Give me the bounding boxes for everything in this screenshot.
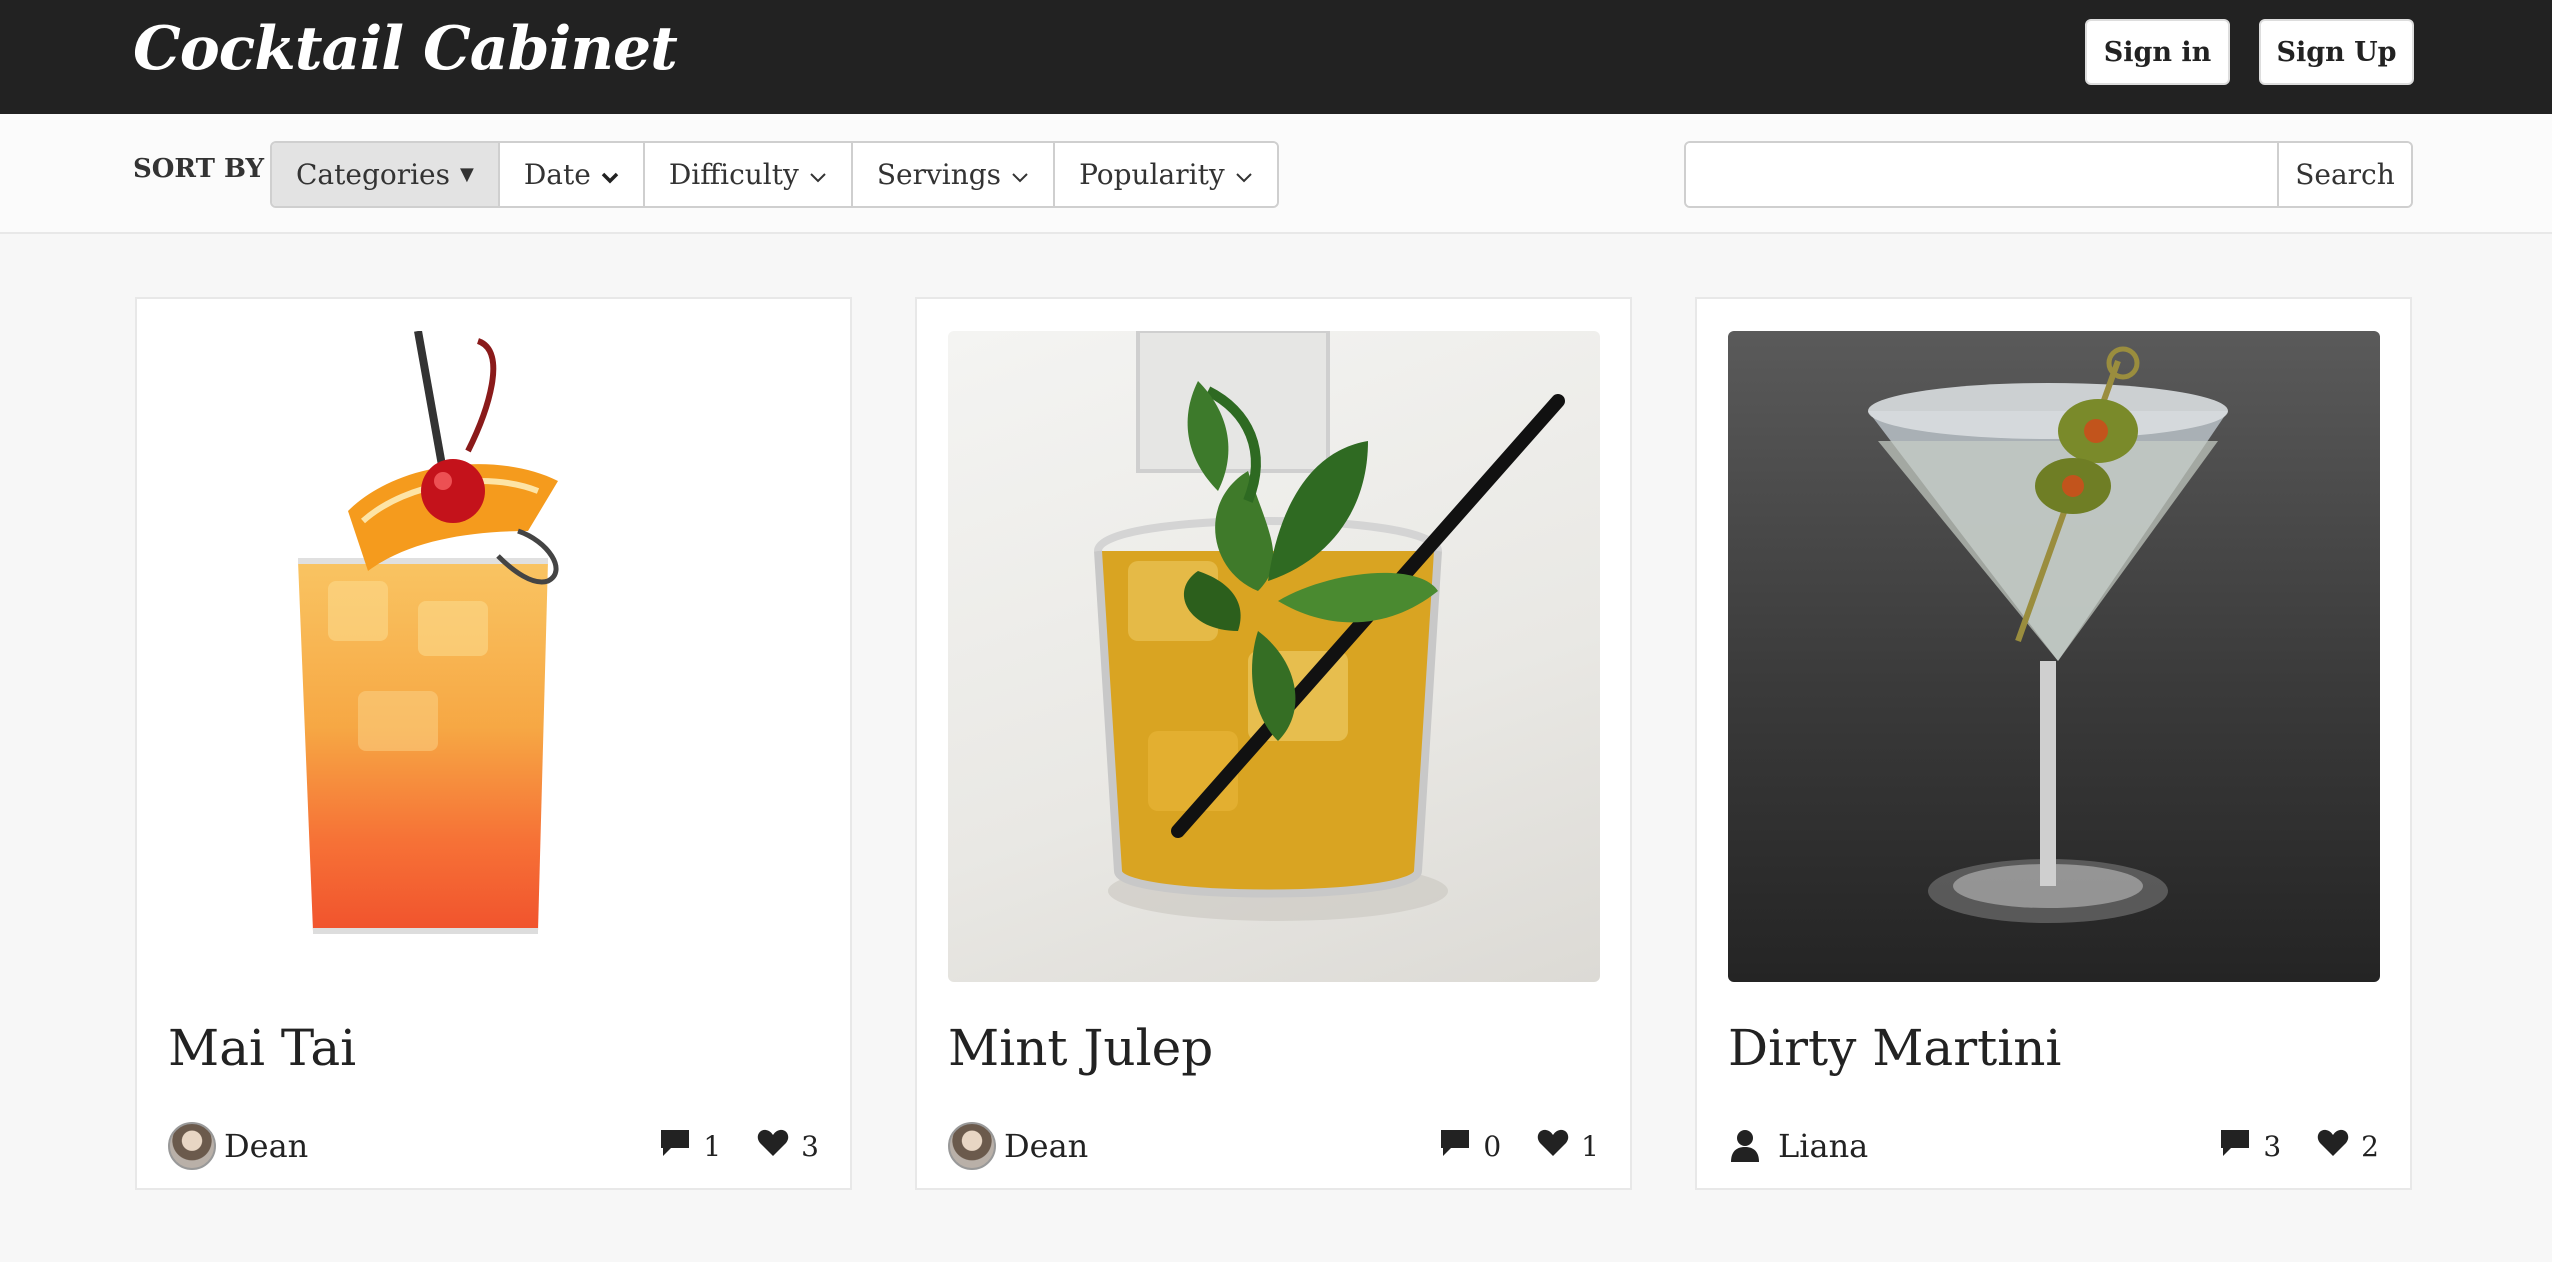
- comment-icon: [659, 1128, 691, 1165]
- sort-servings-label: Servings: [876, 158, 1002, 191]
- brand-logo[interactable]: Cocktail Cabinet: [133, 14, 678, 84]
- card-stats: 1 3: [659, 1128, 819, 1165]
- search-input[interactable]: [1686, 143, 2277, 206]
- sort-categories-button[interactable]: Categories ▼: [272, 143, 500, 206]
- sort-categories-label: Categories: [296, 158, 450, 191]
- comment-count: 3: [2219, 1128, 2281, 1165]
- comment-count-value: 1: [703, 1129, 722, 1163]
- cocktail-card[interactable]: Mint Julep Dean 0 1: [915, 297, 1632, 1190]
- card-meta: Dean 0 1: [948, 1121, 1599, 1171]
- cocktail-image[interactable]: [1728, 331, 2380, 982]
- chevron-down-icon: [809, 158, 827, 191]
- chevron-down-icon: [1235, 158, 1253, 191]
- cocktail-image[interactable]: [168, 331, 820, 982]
- comment-icon: [2219, 1128, 2251, 1165]
- comment-count: 1: [659, 1128, 721, 1165]
- sort-difficulty-label: Difficulty: [668, 158, 799, 191]
- cocktail-title[interactable]: Mai Tai: [168, 1019, 356, 1077]
- chevron-down-icon: [1011, 158, 1029, 191]
- search-form: Search: [1684, 141, 2413, 208]
- heart-icon: [1537, 1129, 1569, 1164]
- like-count: 3: [757, 1129, 819, 1164]
- cocktail-title[interactable]: Mint Julep: [948, 1019, 1213, 1077]
- sort-button-group: Categories ▼ Date Difficulty Servings Po…: [270, 141, 1279, 208]
- like-count: 1: [1537, 1129, 1599, 1164]
- card-meta: Dean 1 3: [168, 1121, 819, 1171]
- chevron-down-icon: [601, 158, 619, 191]
- cocktail-card[interactable]: Mai Tai Dean 1 3: [135, 297, 852, 1190]
- comment-icon: [1439, 1128, 1471, 1165]
- sort-difficulty-button[interactable]: Difficulty: [644, 143, 853, 206]
- heart-icon: [757, 1129, 789, 1164]
- like-count-value: 1: [1581, 1129, 1599, 1163]
- cocktail-title[interactable]: Dirty Martini: [1728, 1019, 2061, 1077]
- card-stats: 0 1: [1439, 1128, 1599, 1165]
- search-button[interactable]: Search: [2277, 143, 2411, 206]
- author-name[interactable]: Liana: [1778, 1127, 1868, 1165]
- sign-up-button[interactable]: Sign Up: [2259, 19, 2414, 85]
- sort-popularity-button[interactable]: Popularity: [1055, 143, 1277, 206]
- like-count: 2: [2317, 1129, 2379, 1164]
- card-stats: 3 2: [2219, 1128, 2379, 1165]
- comment-count: 0: [1439, 1128, 1501, 1165]
- avatar[interactable]: [948, 1122, 996, 1170]
- user-icon[interactable]: [1728, 1126, 1762, 1166]
- author-name[interactable]: Dean: [1004, 1127, 1088, 1165]
- caret-down-icon: ▼: [460, 164, 474, 185]
- avatar[interactable]: [168, 1122, 216, 1170]
- card-meta: Liana 3 2: [1728, 1121, 2379, 1171]
- heart-icon: [2317, 1129, 2349, 1164]
- sort-by-label: SORT BY: [133, 154, 265, 184]
- sort-date-button[interactable]: Date: [499, 143, 645, 206]
- like-count-value: 2: [2361, 1129, 2379, 1163]
- sign-in-button[interactable]: Sign in: [2085, 19, 2230, 85]
- cocktail-card[interactable]: Dirty Martini Liana 3 2: [1695, 297, 2412, 1190]
- comment-count-value: 3: [2263, 1129, 2282, 1163]
- author-name[interactable]: Dean: [224, 1127, 308, 1165]
- comment-count-value: 0: [1483, 1129, 1502, 1163]
- like-count-value: 3: [801, 1129, 819, 1163]
- sort-bar: SORT BY Categories ▼ Date Difficulty Ser…: [0, 114, 2552, 234]
- sort-servings-button[interactable]: Servings: [852, 143, 1056, 206]
- top-navbar: Cocktail Cabinet Sign in Sign Up: [0, 0, 2552, 114]
- sort-date-label: Date: [523, 158, 591, 191]
- sort-popularity-label: Popularity: [1079, 158, 1225, 191]
- cocktail-image[interactable]: [948, 331, 1600, 982]
